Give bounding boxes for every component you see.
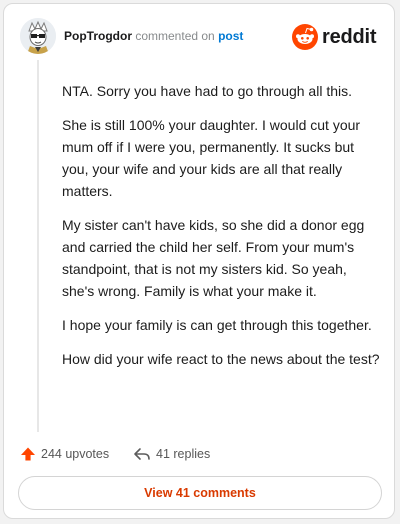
reddit-logo[interactable]: reddit [292,24,378,50]
commented-on-text: commented on [135,29,215,43]
thread-line [37,60,39,432]
avatar-icon [20,18,56,54]
reddit-logo-text: reddit [322,26,377,48]
comment-body: NTA. Sorry you have had to go through al… [62,80,380,382]
comment-meta: PopTrogdor commented on post [64,29,243,43]
comment-paragraph: My sister can't have kids, so she did a … [62,217,365,299]
upvote-arrow-icon [21,447,35,461]
view-comments-button[interactable]: View 41 comments [18,476,382,510]
reddit-logo-icon [292,24,318,50]
comment-paragraph: How did your wife react to the news abou… [62,351,380,367]
comment-paragraph: She is still 100% your daughter. I would… [62,117,361,199]
view-comments-label: View 41 comments [144,486,256,500]
reply-count: 41 replies [156,447,211,461]
upvote-button[interactable]: 244 upvotes [20,442,109,466]
comment-header: PopTrogdor commented on post reddit [20,18,380,58]
post-link[interactable]: post [218,29,243,43]
username-link[interactable]: PopTrogdor [64,29,132,43]
user-avatar[interactable] [20,18,56,54]
reply-button[interactable]: 41 replies [133,442,210,466]
comment-card: PopTrogdor commented on post reddit NTA.… [3,3,395,519]
comment-paragraph: NTA. Sorry you have had to go through al… [62,83,353,99]
reply-arrow-icon [134,448,150,460]
comment-paragraph: I hope your family is can get through th… [62,317,372,333]
upvote-count: 244 upvotes [41,447,110,461]
